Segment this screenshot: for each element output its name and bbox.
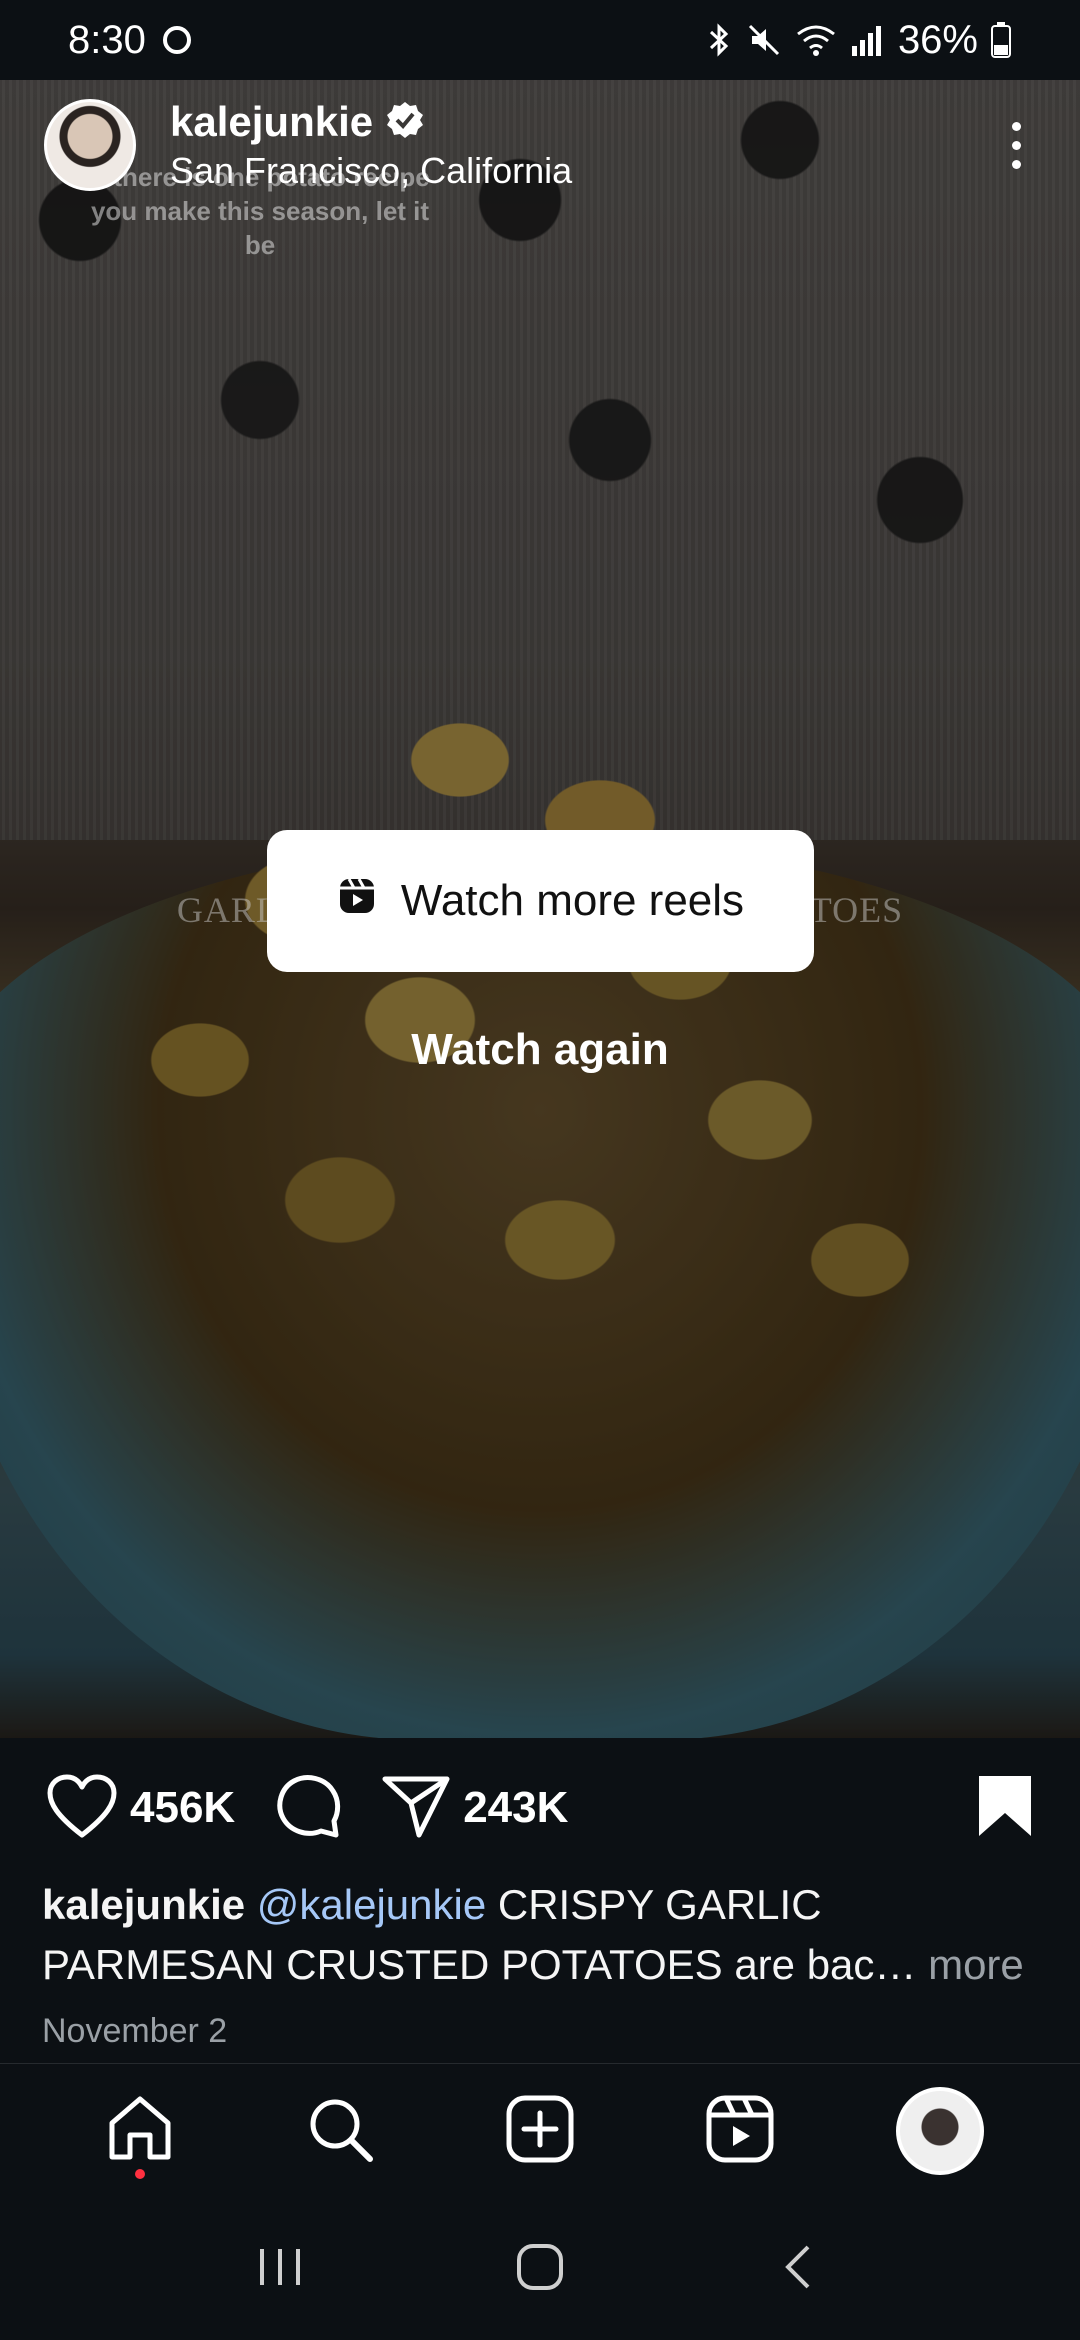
- username-row: kalejunkie: [170, 98, 996, 146]
- caption-username[interactable]: kalejunkie: [42, 1881, 245, 1928]
- like-count[interactable]: 456K: [130, 1783, 235, 1833]
- watch-again-button[interactable]: Watch again: [0, 1025, 1080, 1075]
- bookmark-icon[interactable]: [976, 1773, 1034, 1844]
- reels-icon: [337, 876, 377, 927]
- post-date: November 2: [42, 2012, 228, 2050]
- verified-badge-icon: [385, 100, 425, 145]
- recent-apps-icon[interactable]: [250, 2237, 310, 2302]
- share-count[interactable]: 243K: [463, 1783, 568, 1833]
- action-bar: 456K 243K: [0, 1738, 1080, 1878]
- heart-icon[interactable]: [46, 1773, 118, 1844]
- caption-more-link[interactable]: more: [916, 1941, 1024, 1988]
- threads-icon: [160, 23, 194, 57]
- create-post-icon[interactable]: [504, 2093, 576, 2170]
- nav-reels[interactable]: [690, 2081, 790, 2181]
- watch-more-reels-label: Watch more reels: [400, 876, 745, 925]
- caption[interactable]: kalejunkie @kalejunkie CRISPY GARLIC PAR…: [42, 1875, 1042, 1995]
- wifi-icon: [794, 22, 838, 58]
- caption-mention[interactable]: @kalejunkie: [257, 1881, 486, 1928]
- battery-icon: [990, 21, 1012, 59]
- mute-icon: [746, 22, 782, 58]
- back-icon[interactable]: [770, 2237, 830, 2302]
- status-bar: 8:30 36%: [0, 0, 1080, 80]
- username[interactable]: kalejunkie: [170, 98, 373, 146]
- status-right: 36%: [704, 18, 1012, 63]
- home-button-icon[interactable]: [510, 2237, 570, 2302]
- comment-icon[interactable]: [273, 1771, 343, 1846]
- bluetooth-icon: [704, 22, 734, 58]
- nav-profile[interactable]: [890, 2081, 990, 2181]
- more-options-icon[interactable]: [996, 115, 1036, 175]
- like-action[interactable]: 456K: [46, 1773, 235, 1844]
- location[interactable]: San Francisco, California: [170, 150, 996, 192]
- system-nav-bar: [0, 2198, 1080, 2340]
- share-action[interactable]: 243K: [381, 1773, 568, 1844]
- home-icon[interactable]: [104, 2093, 176, 2170]
- signal-icon: [850, 22, 886, 58]
- nav-home[interactable]: [90, 2081, 190, 2181]
- profile-avatar[interactable]: [896, 2087, 984, 2175]
- send-icon[interactable]: [381, 1773, 451, 1844]
- header-text: kalejunkie San Francisco, California: [170, 98, 996, 192]
- status-left: 8:30: [68, 18, 194, 63]
- watch-more-reels-button[interactable]: Watch more reels: [267, 830, 814, 972]
- nav-search[interactable]: [290, 2081, 390, 2181]
- nav-create[interactable]: [490, 2081, 590, 2181]
- bottom-nav: [0, 2063, 1080, 2198]
- post-header: kalejunkie San Francisco, California: [0, 80, 1080, 210]
- search-icon[interactable]: [304, 2093, 376, 2170]
- reels-nav-icon[interactable]: [704, 2093, 776, 2170]
- avatar[interactable]: [44, 99, 136, 191]
- status-time: 8:30: [68, 17, 146, 62]
- home-notification-dot: [135, 2169, 145, 2179]
- battery-percent: 36%: [897, 17, 978, 62]
- comment-action[interactable]: [273, 1771, 343, 1846]
